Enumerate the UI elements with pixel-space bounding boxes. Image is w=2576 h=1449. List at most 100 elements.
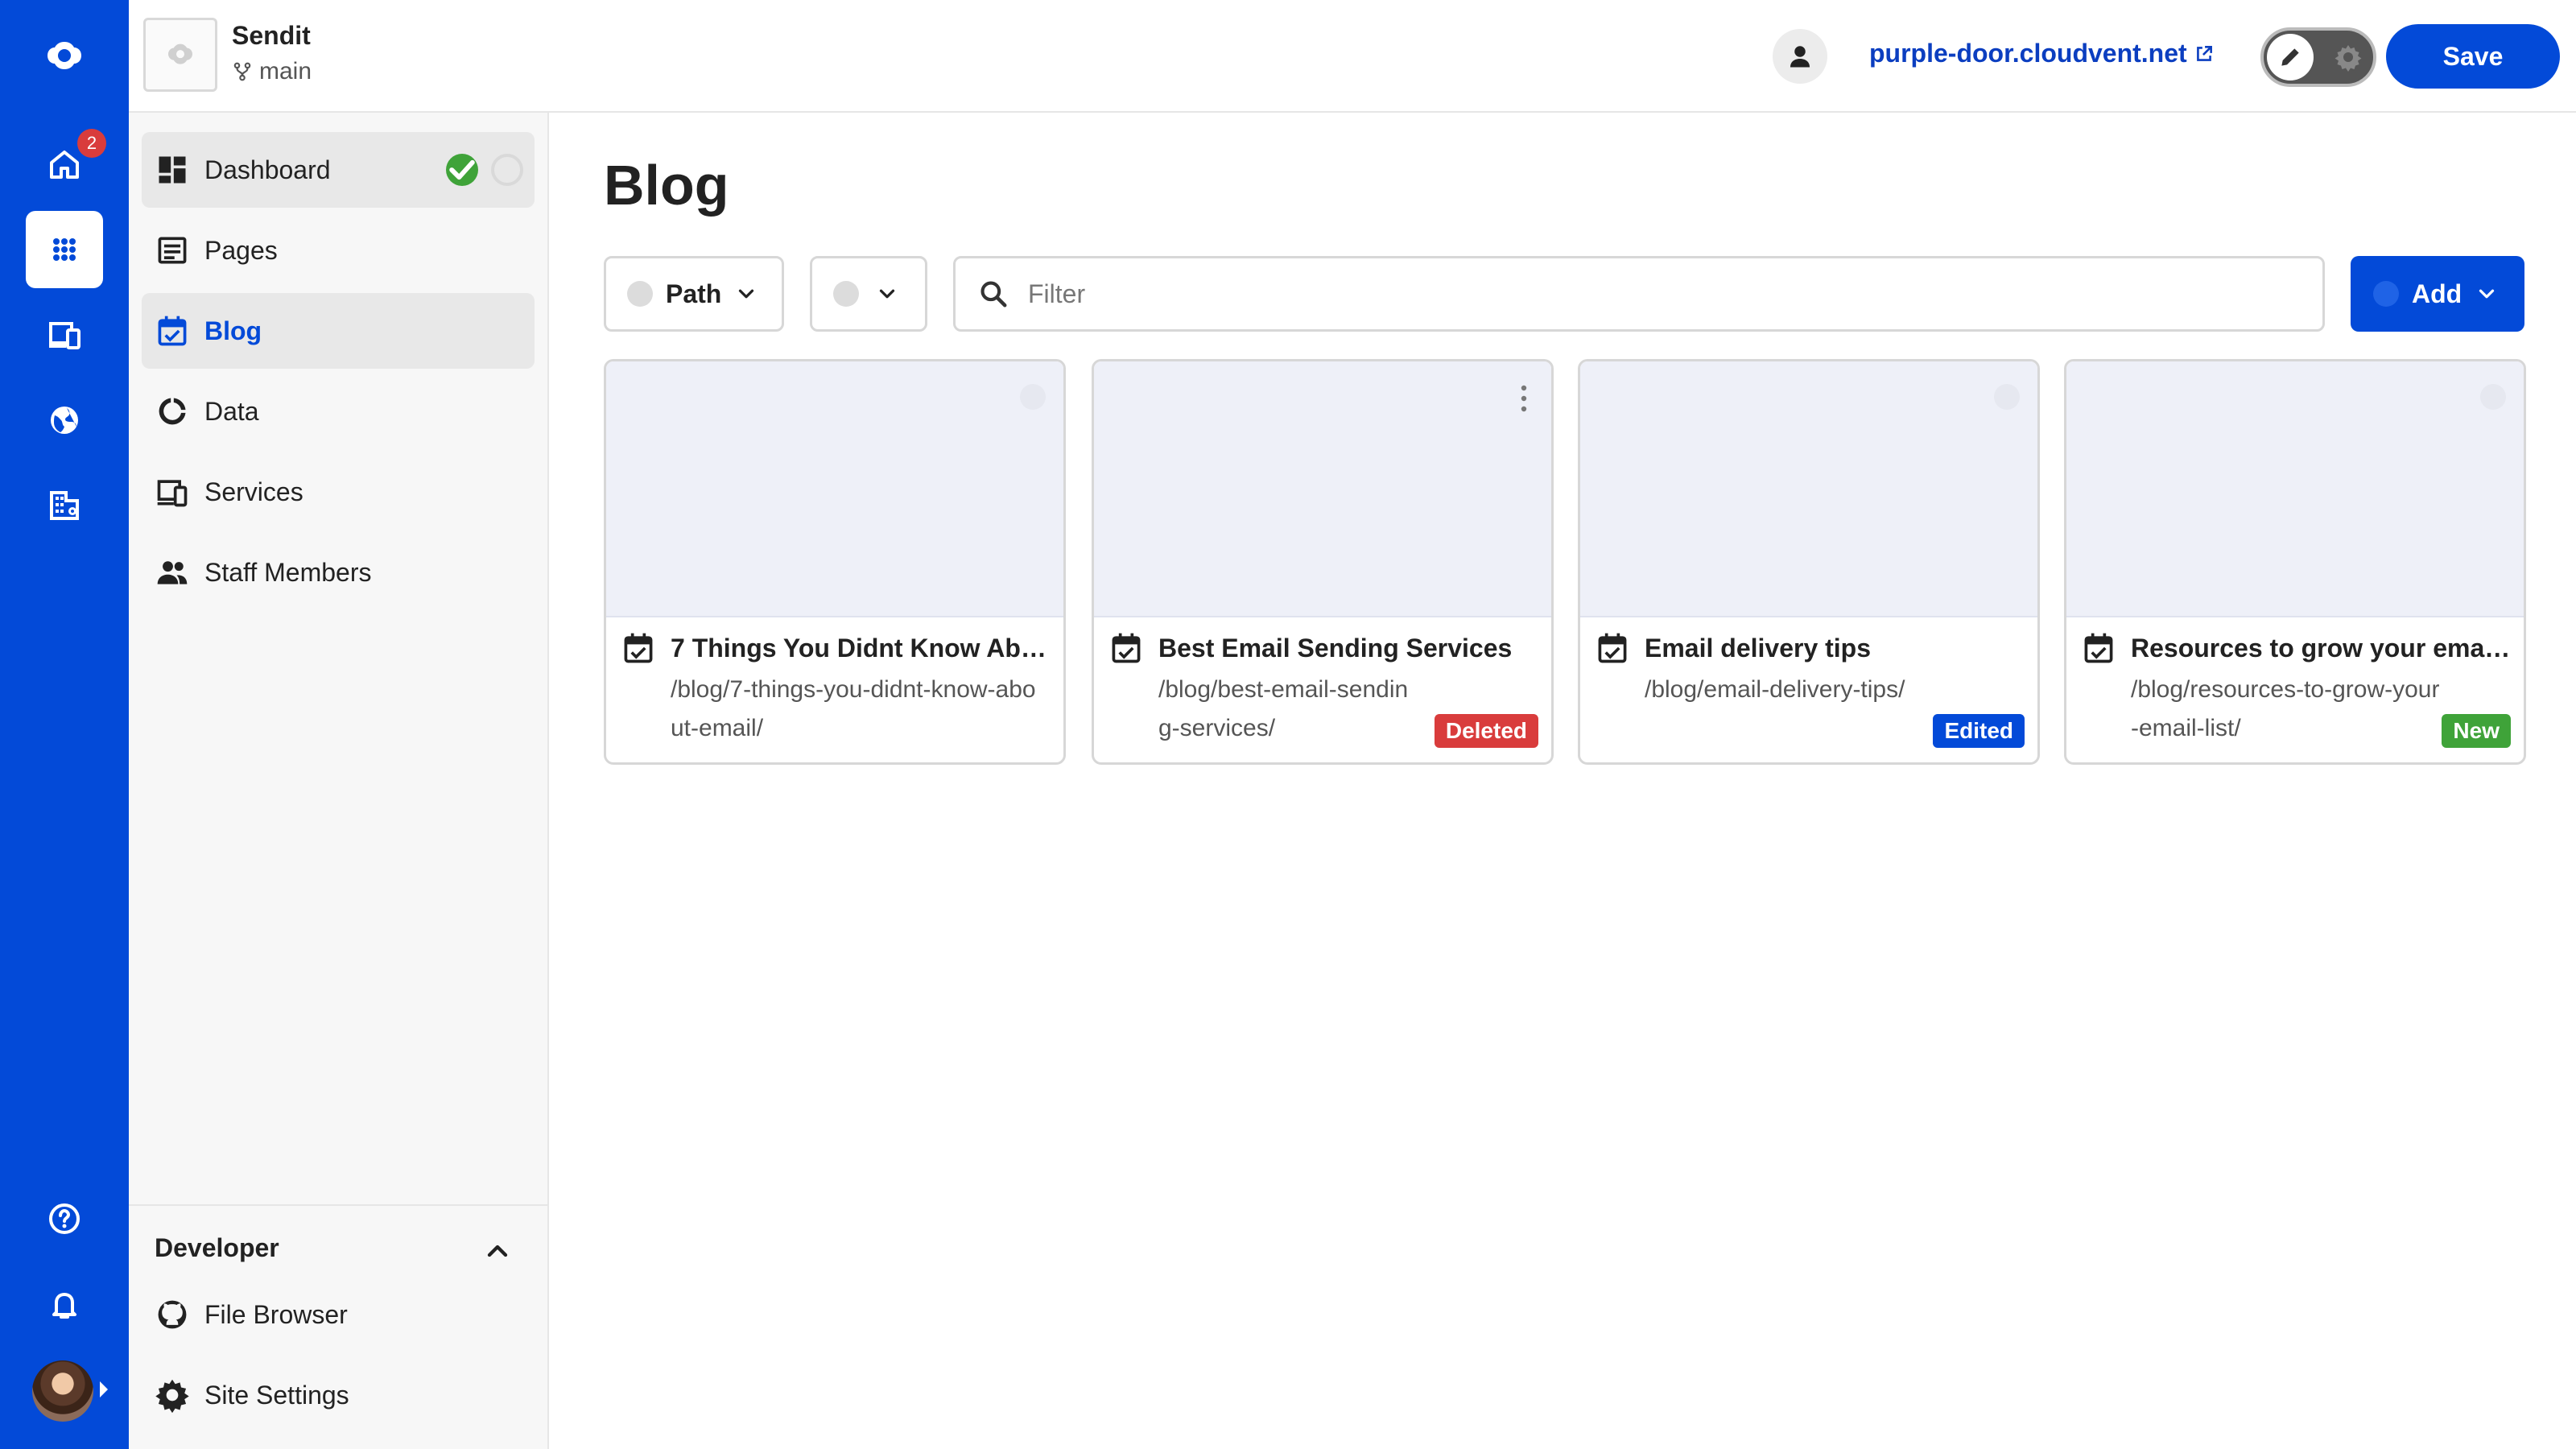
blog-post-card[interactable]: 7 Things You Didnt Know About Email /blo…	[604, 359, 1066, 765]
save-button[interactable]: Save	[2386, 24, 2560, 89]
chevron-down-icon	[739, 289, 754, 299]
placeholder-circle-icon	[627, 281, 653, 307]
card-select-circle-icon[interactable]	[1994, 384, 2020, 410]
filter-input[interactable]	[1028, 279, 2235, 309]
site-domain-link[interactable]: purple-door.cloudvent.net	[1869, 39, 2215, 68]
developer-header[interactable]: Developer	[155, 1233, 279, 1263]
card-title: 7 Things You Didnt Know About Email	[671, 634, 1051, 663]
people-icon	[157, 561, 188, 584]
data-icon	[159, 398, 186, 425]
toggle-knob	[2267, 34, 2314, 80]
top-bar: Sendit main purple-door.cloudvent.net Sa…	[129, 0, 2576, 113]
branch-icon	[233, 62, 251, 81]
card-path: /blog/email-delivery-tips/	[1645, 676, 1905, 703]
bell-icon	[52, 1293, 76, 1319]
status-badge-new: New	[2442, 714, 2511, 748]
developer-section: Developer File Browser Site Settings	[129, 1204, 547, 1413]
help-icon	[49, 1203, 80, 1234]
rail-notifications[interactable]	[26, 1265, 103, 1343]
search-icon	[980, 281, 1007, 308]
sidebar-item-label: File Browser	[204, 1299, 348, 1329]
sort-direction-button[interactable]	[810, 256, 927, 332]
pages-icon	[158, 237, 187, 264]
services-icon	[157, 480, 188, 507]
more-vertical-icon[interactable]	[1521, 384, 1527, 413]
card-title: Resources to grow your email list	[2131, 634, 2511, 663]
blog-post-card[interactable]: Email delivery tips /blog/email-delivery…	[1578, 359, 2040, 765]
placeholder-circle-icon	[2373, 281, 2399, 307]
edit-mode-toggle[interactable]	[2260, 27, 2376, 87]
card-path: /blog/best-email-sending-services/	[1158, 676, 1409, 741]
site-logo-placeholder-icon	[168, 43, 192, 64]
add-button[interactable]: Add	[2351, 256, 2524, 332]
gear-icon	[155, 1379, 189, 1413]
card-thumbnail	[606, 361, 1063, 617]
avatar-menu-caret-icon[interactable]	[100, 1381, 108, 1397]
card-thumbnail	[1580, 361, 2037, 617]
blog-post-card[interactable]: Best Email Sending Services /blog/best-e…	[1092, 359, 1554, 765]
left-rail: 2	[0, 0, 129, 1449]
github-icon	[158, 1300, 187, 1329]
chevron-up-icon[interactable]	[481, 1235, 514, 1267]
person-icon	[1790, 46, 1810, 68]
card-select-circle-icon[interactable]	[1020, 384, 1046, 410]
sidebar-item-services[interactable]: Services	[142, 454, 535, 530]
filter-field[interactable]	[953, 256, 2325, 332]
card-path: /blog/resources-to-grow-your-email-list/	[2131, 676, 2440, 741]
logo-icon	[47, 42, 81, 69]
sidebar-item-label: Blog	[204, 316, 262, 345]
calendar-check-icon	[2084, 633, 2113, 663]
card-path: /blog/7-things-you-didnt-know-about-emai…	[671, 676, 1036, 741]
sidebar-item-label: Data	[204, 396, 259, 426]
rail-devices[interactable]	[26, 296, 103, 374]
user-button[interactable]	[1773, 29, 1827, 84]
site-thumbnail[interactable]	[143, 18, 217, 92]
check-circle-icon	[446, 154, 478, 186]
apps-grid-icon	[53, 238, 76, 261]
dashboard-icon	[159, 156, 186, 184]
calendar-check-icon	[158, 316, 187, 346]
sidebar: Dashboard Pages Blog Data Services Staff…	[129, 113, 549, 1449]
home-icon	[50, 151, 79, 179]
card-thumbnail	[2066, 361, 2524, 617]
status-ring-icon	[491, 154, 523, 186]
chevron-down-icon	[879, 289, 895, 299]
pencil-icon	[2281, 48, 2299, 66]
chevron-down-icon	[2479, 289, 2495, 299]
sidebar-item-file-browser[interactable]: File Browser	[142, 1277, 535, 1352]
card-title: Best Email Sending Services	[1158, 634, 1513, 663]
user-avatar[interactable]	[32, 1360, 93, 1422]
rail-apps[interactable]	[26, 211, 103, 288]
globe-icon	[51, 407, 78, 434]
sidebar-item-label: Services	[204, 477, 303, 506]
status-badge-edited: Edited	[1933, 714, 2025, 748]
sidebar-item-site-settings[interactable]: Site Settings	[142, 1357, 535, 1433]
domain-text: purple-door.cloudvent.net	[1869, 39, 2187, 68]
sort-path-button[interactable]: Path	[604, 256, 784, 332]
branch-selector[interactable]: main	[232, 58, 312, 85]
page-title: Blog	[604, 154, 729, 217]
cloudcannon-logo-icon[interactable]	[26, 18, 103, 95]
sidebar-item-pages[interactable]: Pages	[142, 213, 535, 288]
sidebar-item-label: Dashboard	[204, 155, 331, 184]
card-title: Email delivery tips	[1645, 634, 1872, 663]
sidebar-item-blog[interactable]: Blog	[142, 293, 535, 369]
site-name[interactable]: Sendit	[232, 21, 311, 51]
calendar-check-icon	[1112, 633, 1141, 663]
rail-globe[interactable]	[26, 382, 103, 459]
sidebar-item-staff-members[interactable]: Staff Members	[142, 535, 535, 610]
sidebar-item-data[interactable]: Data	[142, 374, 535, 449]
blog-post-card[interactable]: Resources to grow your email list /blog/…	[2064, 359, 2526, 765]
card-select-circle-icon[interactable]	[2480, 384, 2506, 410]
sidebar-item-dashboard[interactable]: Dashboard	[142, 132, 535, 208]
devices-icon	[49, 322, 80, 349]
calendar-check-icon	[1598, 633, 1627, 663]
sidebar-item-label: Site Settings	[204, 1380, 349, 1410]
add-label: Add	[2412, 279, 2462, 308]
card-thumbnail	[1094, 361, 1551, 617]
rail-help[interactable]	[26, 1180, 103, 1257]
branch-name: main	[259, 58, 312, 85]
home-notification-badge: 2	[77, 129, 106, 158]
sidebar-item-label: Staff Members	[204, 557, 372, 587]
rail-buildings[interactable]	[26, 467, 103, 544]
